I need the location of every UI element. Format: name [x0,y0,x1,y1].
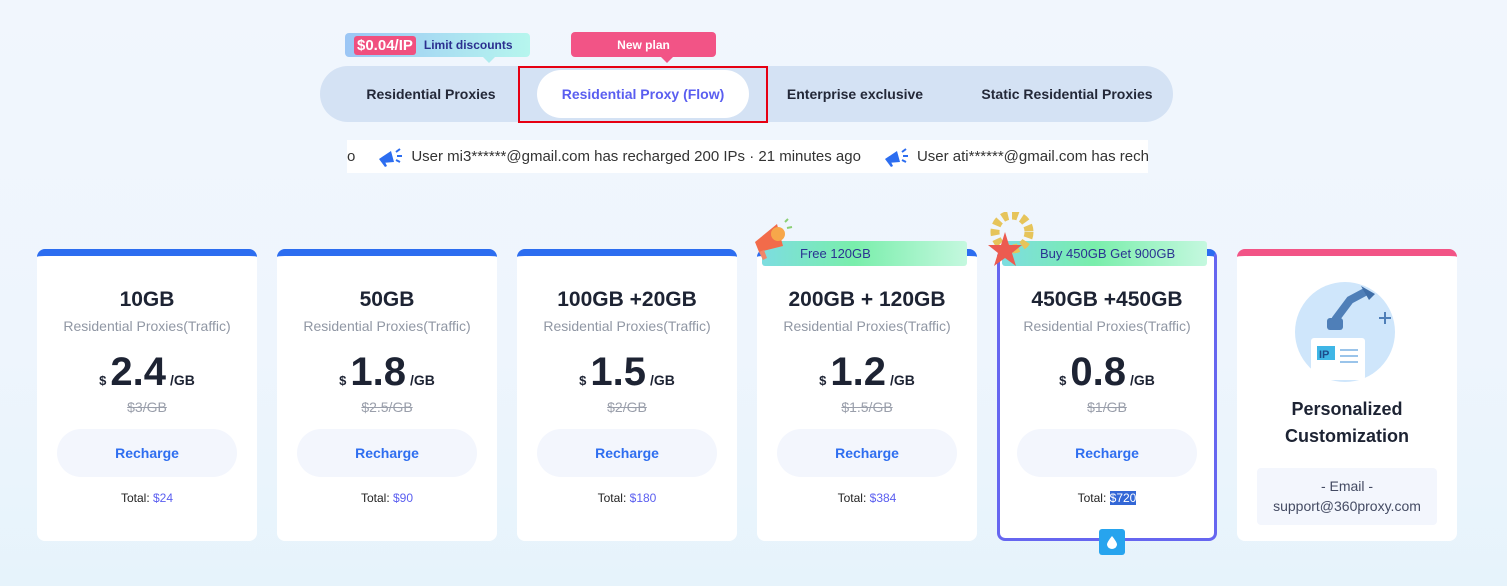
plan-total: Total: $90 [277,491,497,505]
plan-type: Residential Proxies(Traffic) [543,318,711,334]
plan-traffic: 10GB [119,288,175,311]
currency: $ [819,373,827,388]
email-label: - Email - [1320,478,1374,494]
ticker-item: User ati******@gmail.com has recha [883,147,1148,167]
selection-highlight [518,66,768,123]
currency: $ [339,373,347,388]
plan-total: Total: $24 [37,491,257,505]
plan-card[interactable]: 450GB +450GB Residential Proxies(Traffic… [997,249,1217,541]
plan-traffic: 100GB +20GB [557,288,697,311]
price-unit: /GB [409,372,435,388]
total-value: $720 [1109,491,1137,505]
recharge-button[interactable]: Recharge [537,429,717,477]
plan-total: Total: $720 [1000,491,1214,505]
plan-price: $2.4/GB [37,350,257,395]
ticker-item: User mi3******@gmail.com has recharged 2… [377,147,861,167]
ticker-text: User ati******@gmail.com has recha [916,148,1148,165]
tab-enterprise-exclusive[interactable]: Enterprise exclusive [765,70,945,118]
tab-residential-proxies[interactable]: Residential Proxies [340,70,522,118]
total-value: $180 [629,491,657,505]
price-unit: /GB [1129,372,1155,388]
plan-card[interactable]: 50GB Residential Proxies(Traffic) $1.8/G… [277,249,497,541]
plan-total: Total: $384 [757,491,977,505]
price-value: 2.4 [110,350,166,394]
plan-price: $1.5/GB [517,350,737,395]
megaphone-promo-icon [755,218,793,260]
original-price: $2/GB [607,399,647,415]
price-value: 1.8 [350,350,406,394]
recharge-ticker: o User mi3******@gmail.com has recharged… [347,140,1148,173]
star-lifebuoy-icon [988,212,1034,266]
personalized-customization-card: IP Personalized Customization - Email - s… [1237,249,1457,541]
megaphone-icon [379,147,403,167]
plan-traffic: 200GB + 120GB [788,288,946,311]
currency: $ [99,373,107,388]
ip-label: IP [1319,349,1329,361]
plan-type: Residential Proxies(Traffic) [1023,318,1191,334]
plan-type: Residential Proxies(Traffic) [303,318,471,334]
price-unit: /GB [169,372,195,388]
total-label: Total: [597,491,627,505]
customization-title: Personalized Customization [1285,399,1409,446]
plan-price: $1.2/GB [757,350,977,395]
plan-traffic: 50GB [359,288,415,311]
recharge-button[interactable]: Recharge [1017,429,1197,477]
droplet-icon [1099,529,1125,555]
total-label: Total: [1077,491,1107,505]
original-price: $3/GB [127,399,167,415]
original-price: $1/GB [1087,399,1127,415]
plan-card[interactable]: 10GB Residential Proxies(Traffic) $2.4/G… [37,249,257,541]
recharge-button[interactable]: Recharge [777,429,957,477]
price-value: 1.2 [830,350,886,394]
price-unit: /GB [649,372,675,388]
discount-label: Limit discounts [423,38,513,52]
original-price: $1.5/GB [841,399,893,415]
discount-badge: $0.04/IP Limit discounts [345,33,530,63]
plan-type: Residential Proxies(Traffic) [63,318,231,334]
total-value: $384 [869,491,897,505]
customization-illustration-icon: IP [1295,282,1395,382]
plan-type: Residential Proxies(Traffic) [783,318,951,334]
support-email-box[interactable]: - Email - support@360proxy.com [1257,468,1437,525]
total-value: $90 [393,491,414,505]
tab-static-residential-proxies[interactable]: Static Residential Proxies [960,70,1174,118]
plan-total: Total: $180 [517,491,737,505]
price-value: 1.5 [590,350,646,394]
plan-traffic: 450GB +450GB [1031,288,1183,311]
plan-card[interactable]: 200GB + 120GB Residential Proxies(Traffi… [757,249,977,541]
total-value: $24 [153,491,174,505]
currency: $ [1059,373,1067,388]
plan-price: $1.8/GB [277,350,497,395]
original-price: $2.5/GB [361,399,413,415]
price-value: 0.8 [1070,350,1126,394]
plan-price: $0.8/GB [1000,350,1214,395]
ticker-text: User mi3******@gmail.com has recharged 2… [411,148,861,165]
new-plan-badge: New plan [571,32,716,63]
plan-card[interactable]: 100GB +20GB Residential Proxies(Traffic)… [517,249,737,541]
total-label: Total: [837,491,867,505]
discount-price: $0.04/IP [354,35,416,55]
ticker-fragment: o [347,148,356,165]
recharge-button[interactable]: Recharge [57,429,237,477]
total-label: Total: [360,491,390,505]
megaphone-icon [884,147,908,167]
price-unit: /GB [889,372,915,388]
total-label: Total: [120,491,150,505]
support-email[interactable]: support@360proxy.com [1257,496,1437,516]
currency: $ [579,373,587,388]
recharge-button[interactable]: Recharge [297,429,477,477]
